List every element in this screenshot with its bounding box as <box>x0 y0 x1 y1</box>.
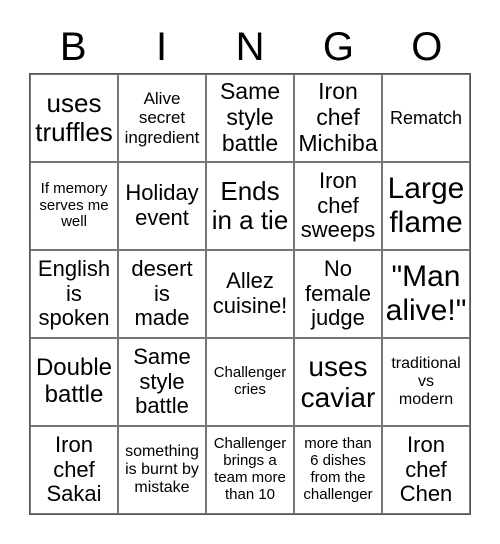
bingo-cell[interactable]: something is burnt by mistake <box>118 426 206 514</box>
bingo-cell[interactable]: more than 6 dishes from the challenger <box>294 426 382 514</box>
bingo-cell[interactable]: Iron chef Michiba <box>294 74 382 162</box>
header-letter-b: B <box>59 25 87 69</box>
bingo-cell[interactable]: Allez cuisine! <box>206 250 294 338</box>
header-letter-o: O <box>411 25 443 69</box>
bingo-cell[interactable]: Challenger cries <box>206 338 294 426</box>
bingo-cell[interactable]: "Man alive!" <box>382 250 470 338</box>
header-letter-i: I <box>156 25 168 69</box>
bingo-cell[interactable]: Same style battle <box>118 338 206 426</box>
header-letter-n: N <box>235 25 265 69</box>
bingo-cell[interactable]: Double battle <box>30 338 118 426</box>
bingo-cell[interactable]: Iron chef Chen <box>382 426 470 514</box>
bingo-cell[interactable]: desert is made <box>118 250 206 338</box>
bingo-header: B I N G O <box>29 22 471 72</box>
bingo-cell[interactable]: Holiday event <box>118 162 206 250</box>
bingo-cell[interactable]: English is spoken <box>30 250 118 338</box>
bingo-cell[interactable]: Challenger brings a team more than 10 <box>206 426 294 514</box>
bingo-cell[interactable]: Rematch <box>382 74 470 162</box>
bingo-cell[interactable]: Same style battle <box>206 74 294 162</box>
bingo-cell[interactable]: uses truffles <box>30 74 118 162</box>
bingo-cell[interactable]: Alive secret ingredient <box>118 74 206 162</box>
bingo-cell[interactable]: Iron chef sweeps <box>294 162 382 250</box>
bingo-cell[interactable]: No female judge <box>294 250 382 338</box>
bingo-grid: uses truffles Alive secret ingredient Sa… <box>29 73 471 515</box>
header-letter-g: G <box>322 25 354 69</box>
bingo-cell[interactable]: If memory serves me well <box>30 162 118 250</box>
bingo-cell[interactable]: uses caviar <box>294 338 382 426</box>
bingo-cell[interactable]: Iron chef Sakai <box>30 426 118 514</box>
bingo-cell[interactable]: Large flame <box>382 162 470 250</box>
bingo-cell[interactable]: traditional vs modern <box>382 338 470 426</box>
bingo-cell[interactable]: Ends in a tie <box>206 162 294 250</box>
